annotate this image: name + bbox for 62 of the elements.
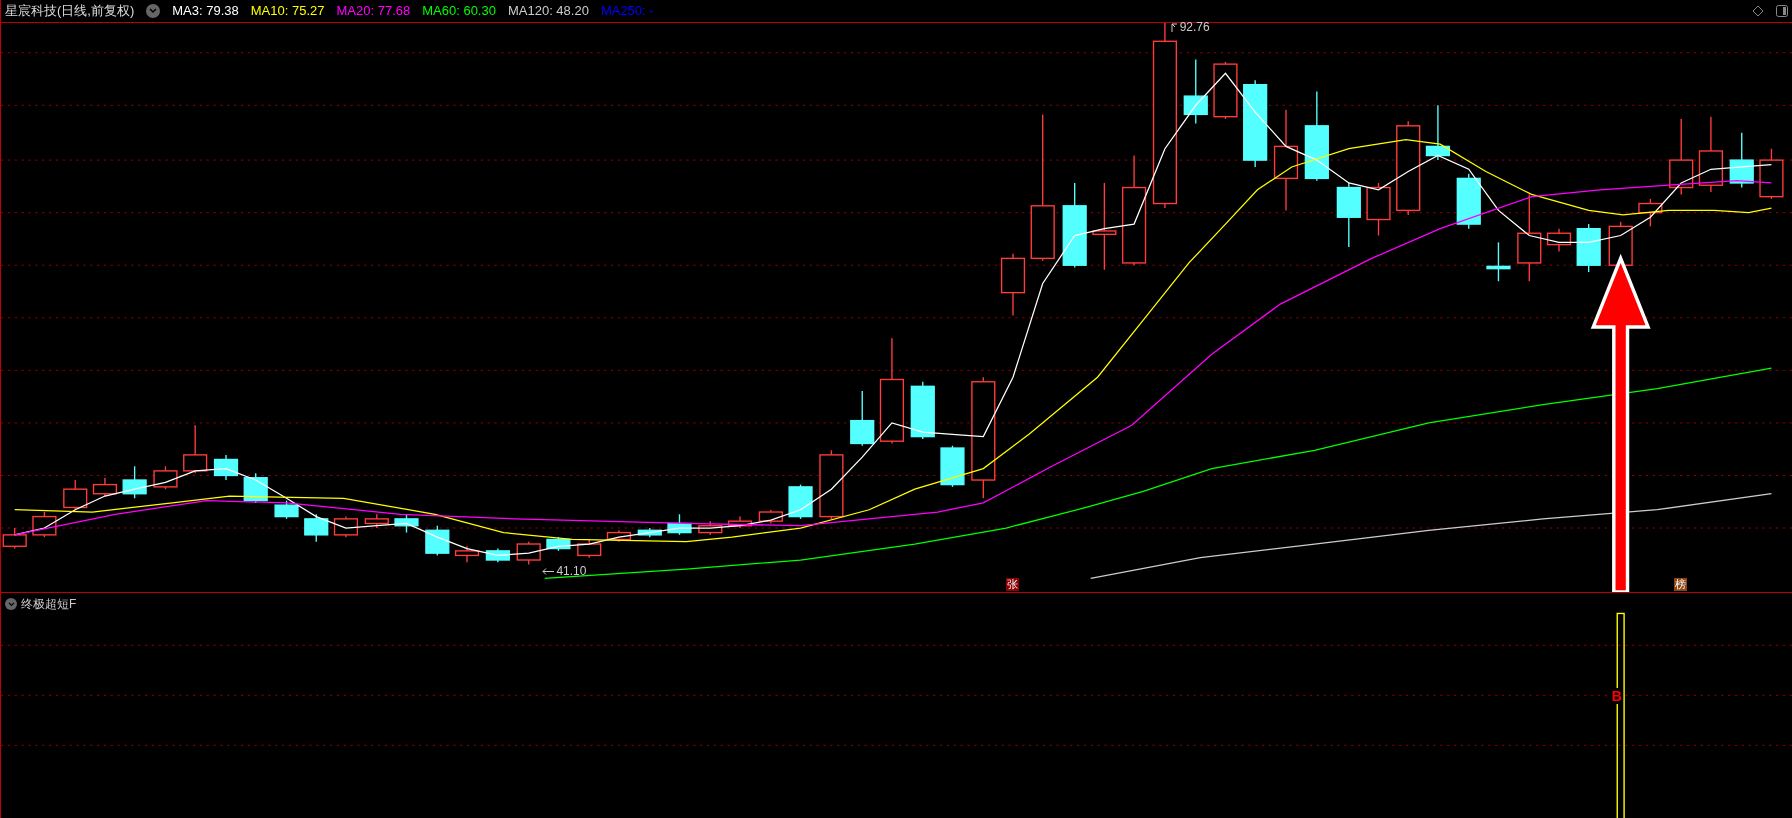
candlestick (698, 520, 723, 536)
candlestick (92, 477, 118, 497)
moving-average-value: MA60: 60.30 (422, 2, 496, 21)
leader-line (1170, 22, 1178, 32)
candlestick (1486, 241, 1511, 282)
buy-signal-label: B (1610, 688, 1623, 705)
candlestick (1336, 182, 1361, 248)
indicator-name: 终极超短F (21, 596, 77, 613)
candlestick (485, 547, 510, 563)
candlestick (516, 541, 541, 566)
candlestick (1576, 223, 1601, 273)
candlestick (758, 509, 783, 525)
dropdown-icon[interactable] (5, 598, 17, 610)
candlestick (364, 513, 389, 529)
candlestick (183, 424, 208, 474)
candlestick (1183, 58, 1208, 125)
candlestick (667, 513, 692, 536)
candlestick (788, 483, 813, 520)
candlestick (606, 529, 632, 543)
candlestick (1213, 61, 1238, 120)
diamond-icon[interactable] (1752, 5, 1764, 17)
candlestick (243, 472, 268, 504)
candlestick (819, 449, 844, 520)
signal-marker: 榜 (1674, 578, 1688, 592)
candlestick (1729, 132, 1754, 189)
moving-average-value: MA10: 75.27 (250, 2, 325, 21)
candlestick (637, 527, 662, 538)
candlestick (213, 454, 239, 481)
candlestick (274, 499, 299, 520)
price-label: 41.10 (556, 563, 587, 581)
candlestick (1366, 182, 1391, 237)
candlestick (910, 381, 935, 440)
candlestick (122, 465, 147, 499)
candlestick (577, 538, 602, 559)
candlestick (32, 511, 57, 538)
candlestick (304, 513, 329, 543)
candlestick (153, 465, 178, 490)
moving-average-value: MA250: - (600, 2, 654, 21)
candlestick (940, 445, 965, 488)
stock-title: 星宸科技(日线,前复权) (5, 2, 135, 21)
candlestick (425, 525, 450, 557)
candlestick (333, 515, 359, 538)
dropdown-icon[interactable] (146, 4, 161, 18)
moving-average-value: MA120: 48.20 (507, 2, 589, 21)
candlestick (727, 515, 753, 529)
candlestick (1456, 173, 1481, 230)
candlestick (1759, 148, 1784, 200)
leader-line (542, 567, 555, 575)
candlestick (454, 545, 480, 563)
candlestick (1638, 198, 1663, 228)
candlestick (1425, 104, 1450, 161)
candlestick (546, 536, 571, 552)
moving-average-value: MA20: 77.68 (336, 2, 411, 21)
candlestick (1546, 227, 1572, 253)
panel-toggle-icon[interactable] (1776, 5, 1788, 17)
candlestick (1000, 253, 1026, 317)
candlestick (63, 479, 88, 511)
candlestick (394, 513, 419, 534)
signal-marker: 张 (1006, 578, 1020, 592)
price-label: 92.76 (1179, 19, 1210, 37)
moving-average-value: MA3: 79.38 (172, 2, 239, 21)
candlestick (850, 390, 875, 447)
